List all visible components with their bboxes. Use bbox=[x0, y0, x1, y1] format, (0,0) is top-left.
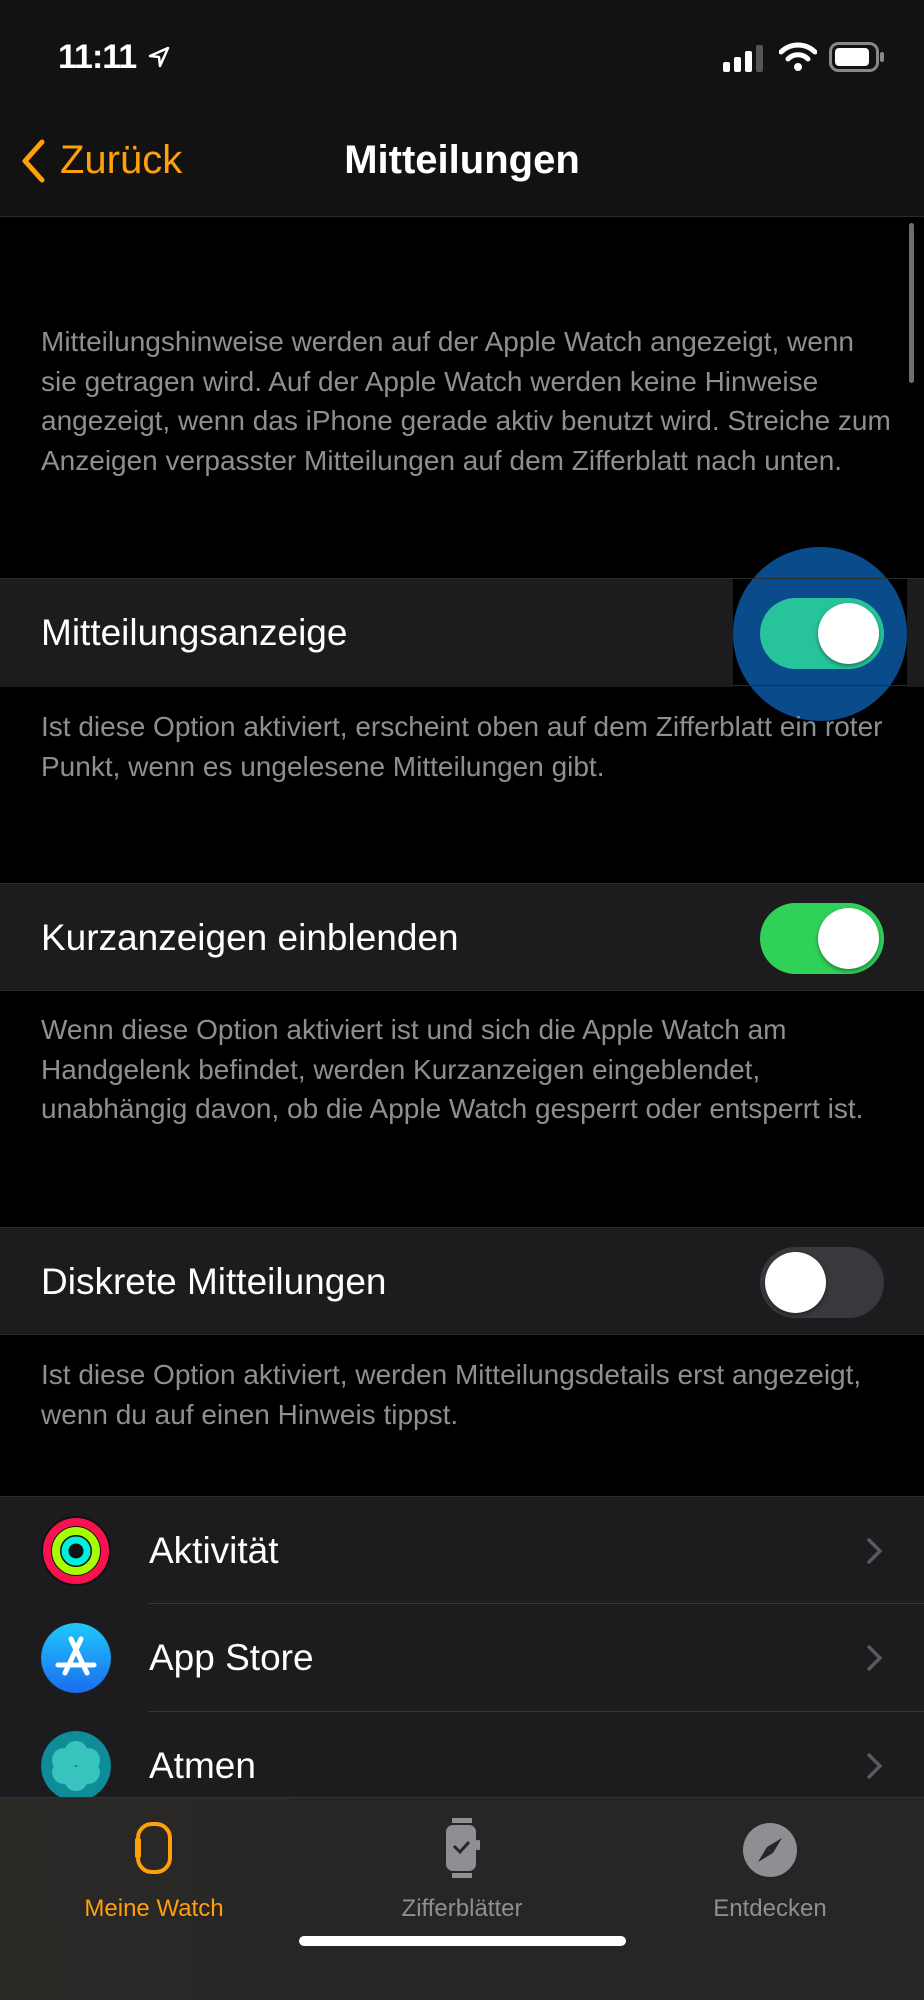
wifi-icon bbox=[779, 42, 817, 71]
setting-footer: Ist diese Option aktiviert, werden Mitte… bbox=[41, 1359, 862, 1430]
compass-icon bbox=[743, 1823, 797, 1877]
breathe-icon bbox=[41, 1731, 111, 1801]
tab-meine-watch[interactable]: Meine Watch bbox=[34, 1818, 274, 1923]
back-button[interactable]: Zurück bbox=[20, 138, 182, 183]
tab-label: Entdecken bbox=[713, 1895, 827, 1922]
home-indicator[interactable] bbox=[299, 1936, 626, 1946]
chevron-right-icon bbox=[867, 1538, 883, 1564]
watch-icon bbox=[135, 1822, 172, 1874]
chevron-right-icon bbox=[867, 1753, 883, 1779]
navigation-header bbox=[0, 0, 924, 217]
chevron-right-icon bbox=[867, 1645, 883, 1671]
tab-bar: Meine Watch Zifferblätter Entdecken bbox=[0, 1797, 924, 2000]
cellular-signal-icon bbox=[723, 45, 763, 72]
setting-label: Mitteilungsanzeige bbox=[41, 612, 348, 653]
tab-zifferblaetter[interactable]: Zifferblätter bbox=[342, 1818, 582, 1923]
setting-label: Kurzanzeigen einblenden bbox=[41, 917, 459, 958]
activity-rings-icon bbox=[41, 1516, 111, 1586]
kurzanzeigen-toggle[interactable] bbox=[760, 903, 884, 974]
tab-label: Meine Watch bbox=[84, 1895, 224, 1922]
back-label: Zurück bbox=[60, 138, 183, 182]
chevron-left-icon bbox=[22, 139, 45, 182]
battery-icon bbox=[829, 42, 884, 72]
watch-face-icon bbox=[446, 1818, 480, 1878]
mitteilungsanzeige-toggle[interactable] bbox=[760, 598, 884, 669]
diskrete-mitteilungen-toggle[interactable] bbox=[760, 1247, 884, 1318]
setting-footer: Ist diese Option aktiviert, erscheint ob… bbox=[41, 711, 883, 782]
setting-row-kurzanzeigen: Kurzanzeigen einblenden bbox=[0, 883, 924, 991]
setting-footer: Wenn diese Option aktiviert ist und sich… bbox=[41, 1014, 864, 1124]
app-label: App Store bbox=[149, 1637, 314, 1678]
app-row-app-store[interactable]: App Store bbox=[0, 1604, 924, 1712]
setting-row-mitteilungsanzeige: Mitteilungsanzeige bbox=[0, 578, 924, 687]
tab-entdecken[interactable]: Entdecken bbox=[650, 1818, 890, 1923]
intro-text: Mitteilungshinweise werden auf der Apple… bbox=[41, 326, 891, 476]
status-time: 11:11 bbox=[58, 38, 137, 76]
setting-row-diskrete: Diskrete Mitteilungen bbox=[0, 1227, 924, 1335]
scrollbar[interactable] bbox=[909, 223, 914, 383]
app-label: Aktivität bbox=[149, 1530, 279, 1571]
setting-label: Diskrete Mitteilungen bbox=[41, 1261, 387, 1302]
location-arrow-icon bbox=[148, 46, 170, 68]
app-row-aktivitaet[interactable]: Aktivität bbox=[0, 1496, 924, 1604]
app-store-icon bbox=[41, 1623, 111, 1693]
tab-label: Zifferblätter bbox=[401, 1895, 523, 1922]
